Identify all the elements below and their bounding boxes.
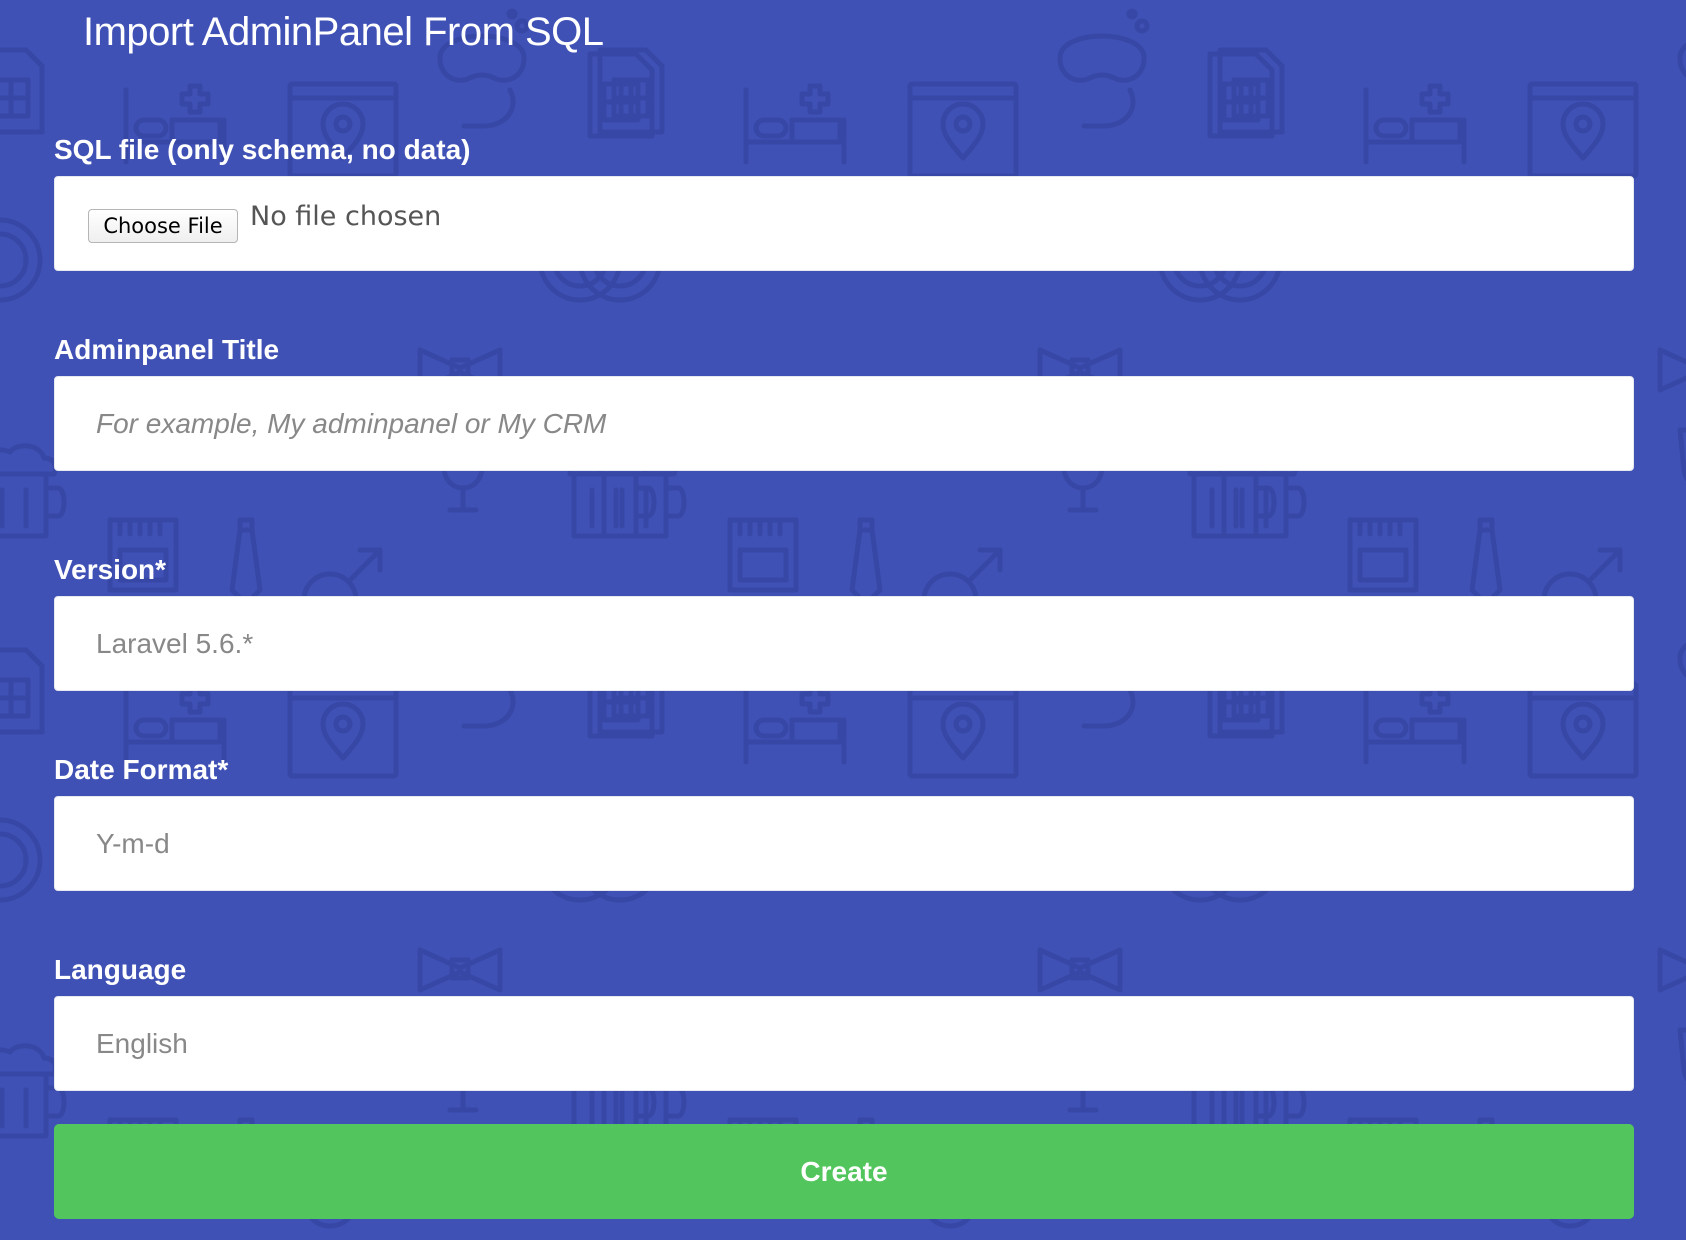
file-chosen-status: No file chosen	[250, 201, 442, 232]
date-format-field	[54, 796, 1634, 891]
version-label: Version*	[54, 554, 167, 585]
adminpanel-title-field	[54, 376, 1634, 471]
sql-file-field: Choose File No file chosen	[54, 176, 1634, 271]
create-button[interactable]: Create	[54, 1124, 1634, 1219]
date-format-input[interactable]	[55, 797, 1633, 890]
language-label: Language	[54, 954, 187, 985]
adminpanel-title-input[interactable]	[55, 377, 1633, 470]
page-title: Import AdminPanel From SQL	[83, 10, 604, 54]
version-field	[54, 596, 1634, 691]
version-input[interactable]	[55, 597, 1633, 690]
language-field	[54, 996, 1634, 1091]
language-input[interactable]	[55, 997, 1633, 1090]
sql-file-label: SQL file (only schema, no data)	[54, 134, 471, 165]
choose-file-button[interactable]: Choose File	[88, 209, 238, 243]
date-format-label: Date Format*	[54, 754, 229, 785]
adminpanel-title-label: Adminpanel Title	[54, 334, 280, 365]
